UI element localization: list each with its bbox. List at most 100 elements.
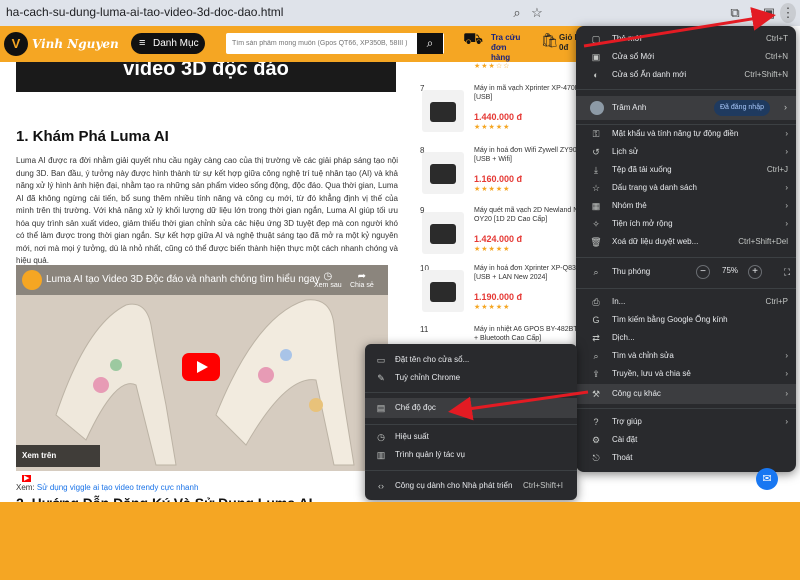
menu-divider: [576, 257, 796, 258]
menu-item-new-tab[interactable]: ▢ Thẻ mới Ctrl+T: [576, 30, 796, 48]
category-menu-label: Danh Mục: [153, 38, 199, 49]
find-icon: ⌕: [593, 351, 599, 361]
menu-item-translate[interactable]: ⇄ Dịch...: [576, 329, 796, 347]
share-label: Chia sẻ: [350, 282, 374, 289]
address-bar-url[interactable]: ha-cach-su-dung-luma-ai-tao-video-3d-doc…: [6, 5, 283, 19]
product-rating: ★★★★★: [474, 304, 511, 311]
submenu-item-label: Trình quản lý tác vụ: [395, 450, 465, 459]
menu-item-label: Dịch...: [612, 333, 635, 342]
messenger-icon[interactable]: ✉: [756, 468, 778, 490]
product-image[interactable]: [422, 90, 464, 132]
help-icon: ?: [593, 417, 599, 427]
menu-item-cast-save-share[interactable]: ⇪ Truyền, lưu và chia sẻ ›: [576, 365, 796, 383]
menu-item-downloads[interactable]: ⤓ Tệp đã tải xuống Ctrl+J: [576, 161, 796, 179]
menu-item-extensions[interactable]: ✧ Tiện ích mở rộng ›: [576, 215, 796, 233]
zoom-icon[interactable]: ⌕: [508, 4, 526, 22]
menu-item-incognito[interactable]: ◐ Cửa sổ Ẩn danh mới Ctrl+Shift+N: [576, 66, 796, 84]
site-search-input[interactable]: [226, 33, 444, 54]
key-icon: ⚿: [592, 129, 600, 139]
submenu-item-task-manager[interactable]: ▥ Trình quản lý tác vụ: [365, 446, 577, 464]
see-also-link[interactable]: Sử dụng viggle ai tạo video trendy cực n…: [37, 483, 198, 492]
fullscreen-icon[interactable]: ⛶: [780, 265, 794, 279]
menu-item-label: Tiện ích mở rộng: [612, 219, 673, 228]
menu-item-shortcut: Ctrl+T: [766, 34, 788, 43]
menu-item-zoom: ⌕ Thu phóng: [576, 263, 796, 281]
menu-divider: [365, 424, 577, 425]
product-price: 1.424.000 đ: [474, 234, 523, 244]
hamburger-icon: ≡: [139, 37, 146, 49]
chrome-menu-icon[interactable]: ⋮: [780, 3, 796, 23]
extensions-icon[interactable]: ⧉: [726, 4, 744, 22]
menu-item-label: Cửa sổ Ẩn danh mới: [612, 70, 687, 79]
chevron-right-icon: ›: [785, 183, 788, 192]
channel-avatar[interactable]: [22, 270, 42, 290]
chevron-right-icon: ›: [784, 102, 787, 112]
menu-item-history[interactable]: ↺ Lịch sử ›: [576, 143, 796, 161]
cart-icon: 🛍: [541, 32, 559, 48]
chevron-right-icon: ›: [785, 369, 788, 378]
submenu-item-developer-tools[interactable]: ‹› Công cụ dành cho Nhà phát triển Ctrl+Sh…: [365, 477, 577, 495]
product-rating: ★★★★★: [474, 246, 511, 253]
menu-divider: [576, 408, 796, 409]
share-button[interactable]: ➦ Chia sẻ: [350, 271, 374, 289]
zoom-out-button[interactable]: −: [696, 265, 710, 279]
product-item[interactable]: 9 Máy quét mã vạch 2D Newland NLS-OY20 […: [418, 206, 589, 266]
watch-on-youtube-button[interactable]: Xem trên ▶ YouTube: [16, 445, 100, 482]
menu-item-bookmarks[interactable]: ☆ Dấu trang và danh sách ›: [576, 179, 796, 197]
product-item[interactable]: 7 Máy in mã vạch Xprinter XP-470B [USB] …: [418, 84, 588, 144]
submenu-item-name-window[interactable]: ▭ Đặt tên cho cửa sổ...: [365, 351, 577, 369]
history-icon: ↺: [592, 147, 600, 157]
product-rating: ★★★★★: [474, 124, 511, 131]
menu-item-label: Công cụ khác: [612, 389, 661, 398]
menu-item-tab-groups[interactable]: ▦ Nhóm thẻ ›: [576, 197, 796, 215]
chevron-right-icon: ›: [785, 147, 788, 156]
menu-item-passwords[interactable]: ⚿ Mật khẩu và tính năng tự động điền ›: [576, 125, 796, 143]
menu-item-clear-data[interactable]: 🗑 Xoá dữ liệu duyệt web... Ctrl+Shift+Del: [576, 233, 796, 251]
task-manager-icon: ▥: [376, 450, 386, 460]
menu-item-label: Dấu trang và danh sách: [612, 183, 697, 192]
product-item[interactable]: 10 Máy in hoá đơn Xprinter XP-Q838L [USB…: [418, 264, 588, 324]
watch-later-button[interactable]: ◷ Xem sau: [314, 271, 342, 289]
product-item[interactable]: 8 Máy in hoá đơn Wifi Zywell ZY908 [USB …: [418, 146, 588, 206]
product-image[interactable]: [422, 152, 464, 194]
menu-item-find-edit[interactable]: ⌕ Tìm và chỉnh sửa ›: [576, 347, 796, 365]
profile-icon[interactable]: ▣: [760, 4, 778, 22]
menu-item-more-tools[interactable]: ⚒ Công cụ khác ›: [576, 384, 796, 404]
menu-item-label: Xoá dữ liệu duyệt web...: [612, 237, 699, 246]
puzzle-icon: ✧: [592, 219, 600, 229]
order-lookup-link[interactable]: ⛟ Tra cứu đơn hàng: [463, 32, 523, 63]
exit-icon: ⎋: [592, 453, 600, 463]
clock-icon: ◷: [323, 271, 333, 282]
menu-item-google-lens[interactable]: G Tìm kiếm bằng Google Ống kính: [576, 311, 796, 329]
bookmark-star-icon[interactable]: ☆: [528, 4, 546, 22]
product-image[interactable]: [422, 270, 464, 312]
submenu-item-reading-mode[interactable]: ▤ Chế độ đọc: [365, 398, 577, 418]
menu-item-exit[interactable]: ⎋ Thoát: [576, 449, 796, 467]
site-logo[interactable]: V Vinh Nguyen: [4, 30, 119, 58]
video-title[interactable]: Luma AI tạo Video 3D Độc đáo và nhanh ch…: [46, 274, 320, 285]
tab-groups-icon: ▦: [591, 201, 601, 211]
play-button[interactable]: [182, 353, 220, 381]
product-rank: 11: [420, 325, 429, 334]
category-menu-button[interactable]: ≡ Danh Mục: [131, 33, 205, 54]
search-button[interactable]: ⌕: [417, 33, 443, 54]
logo-mark-icon: V: [4, 32, 28, 56]
menu-item-help[interactable]: ? Trợ giúp ›: [576, 413, 796, 431]
menu-divider: [365, 470, 577, 471]
menu-item-label: Mật khẩu và tính năng tự động điền: [612, 129, 739, 138]
menu-item-label: Cài đặt: [612, 435, 638, 444]
see-also: Xem: Sử dụng viggle ai tạo video trendy …: [16, 483, 198, 492]
zoom-in-button[interactable]: +: [748, 265, 762, 279]
product-image[interactable]: [422, 212, 464, 254]
menu-item-shortcut: Ctrl+P: [765, 297, 788, 306]
submenu-item-performance[interactable]: ◷ Hiệu suất: [365, 428, 577, 446]
toolbox-icon: ⚒: [591, 389, 601, 399]
submenu-item-customize-chrome[interactable]: ✎ Tuỳ chỉnh Chrome: [365, 369, 577, 387]
search-icon: ⌕: [426, 36, 434, 50]
watch-on-label: Xem trên: [22, 451, 57, 460]
menu-item-new-window[interactable]: ▣ Cửa sổ Mới Ctrl+N: [576, 48, 796, 66]
reading-mode-icon: ▤: [376, 403, 386, 413]
menu-item-print[interactable]: ⎙ In... Ctrl+P: [576, 293, 796, 311]
menu-item-settings[interactable]: ⚙ Cài đặt: [576, 431, 796, 449]
printer-icon: ⎙: [592, 297, 600, 307]
